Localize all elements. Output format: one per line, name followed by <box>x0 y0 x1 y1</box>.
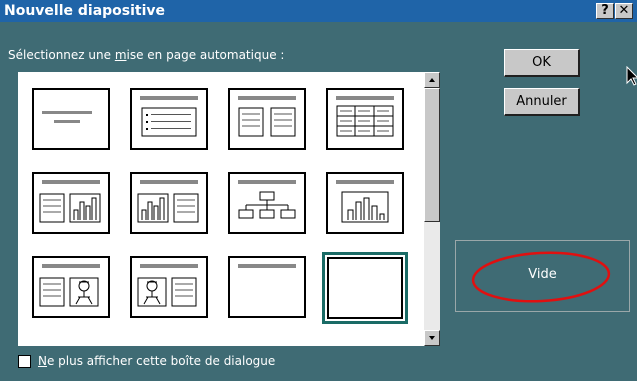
layout-gallery[interactable] <box>18 72 424 346</box>
layout-preview-panel: Vide <box>455 240 630 312</box>
layout-blank-selected[interactable] <box>322 252 408 324</box>
mouse-pointer-icon <box>626 66 637 86</box>
organization-chart-icon <box>238 180 296 219</box>
bulleted-list-icon <box>140 96 198 137</box>
cancel-button[interactable]: Annuler <box>504 88 580 116</box>
layout-chart[interactable] <box>326 172 404 234</box>
prompt-text-start: Sélectionnez une <box>8 48 115 62</box>
scroll-up-button[interactable] <box>424 72 440 88</box>
layout-text-and-clip-art[interactable] <box>32 256 110 318</box>
dont-show-again-label[interactable]: Ne plus afficher cette boîte de dialogue <box>38 354 275 368</box>
ok-button[interactable]: OK <box>504 49 580 77</box>
two-column-text-icon <box>238 96 296 137</box>
clip-art-and-text-icon <box>137 264 198 307</box>
checkbox-accesskey: N <box>38 354 47 368</box>
dialog-title: Nouvelle diapositive <box>4 3 166 19</box>
layout-chart-and-text[interactable] <box>130 172 208 234</box>
layout-organization-chart[interactable] <box>228 172 306 234</box>
layout-text-and-chart[interactable] <box>32 172 110 234</box>
table-icon <box>336 96 394 137</box>
close-button[interactable]: ✕ <box>615 3 633 19</box>
title-bar[interactable]: Nouvelle diapositive ? ✕ <box>0 0 637 22</box>
arrow-up-icon <box>429 78 435 82</box>
arrow-down-icon <box>429 336 435 340</box>
scroll-thumb[interactable] <box>424 88 440 222</box>
prompt-accesskey: m <box>114 48 127 62</box>
title-slide-icon <box>42 111 92 123</box>
layout-title-slide[interactable] <box>32 88 110 150</box>
dont-show-again-checkbox[interactable] <box>18 355 31 368</box>
title-only-icon <box>238 264 296 268</box>
layout-table[interactable] <box>326 88 404 150</box>
layout-bulleted-list[interactable] <box>130 88 208 150</box>
scroll-down-button[interactable] <box>424 330 440 346</box>
help-button[interactable]: ? <box>596 3 614 19</box>
checkbox-label-rest: e plus afficher cette boîte de dialogue <box>46 354 276 368</box>
gallery-scrollbar[interactable] <box>424 72 440 346</box>
red-circle-annotation <box>471 251 611 303</box>
layout-two-column-text[interactable] <box>228 88 306 150</box>
layout-prompt: Sélectionnez une mise en page automatiqu… <box>8 48 284 62</box>
chart-icon <box>336 180 394 223</box>
layout-clip-art-and-text[interactable] <box>130 256 208 318</box>
text-and-clip-art-icon <box>39 264 100 307</box>
chart-and-text-icon <box>137 180 199 223</box>
text-and-chart-icon <box>39 180 101 223</box>
layout-title-only[interactable] <box>228 256 306 318</box>
prompt-text-end: ise en page automatique : <box>126 48 285 62</box>
blank-icon <box>327 257 403 319</box>
